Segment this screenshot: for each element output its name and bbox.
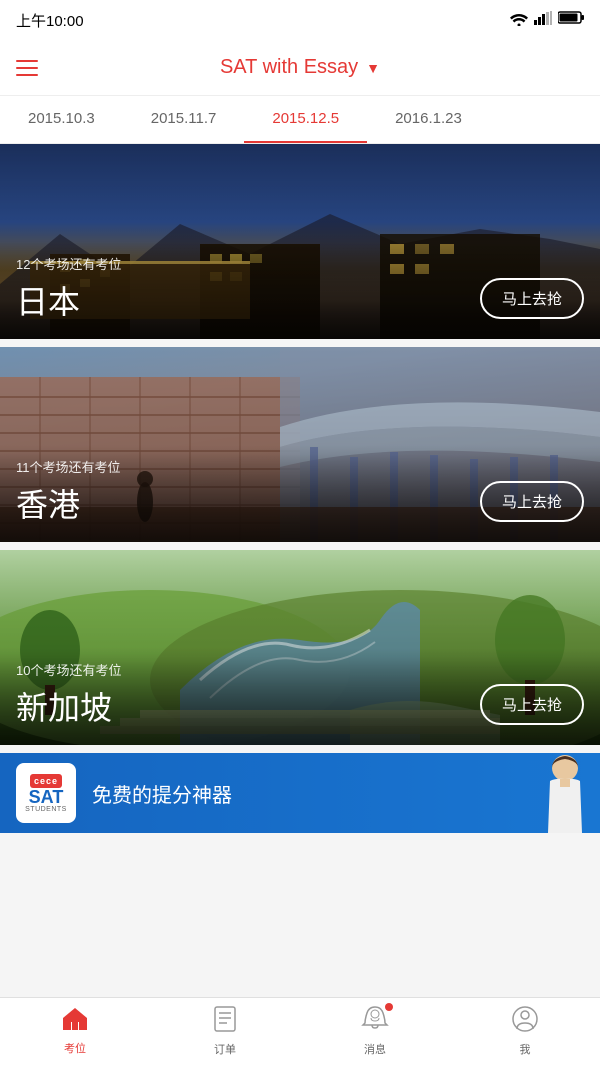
battery-icon <box>558 11 584 29</box>
card-action-singapore[interactable]: 马上去抢 <box>480 684 584 725</box>
nav-label-orders: 订单 <box>214 1041 236 1057</box>
card-subtitle-singapore: 10个考场还有考位 <box>16 660 584 679</box>
header-title[interactable]: SAT with Essay ▼ <box>220 56 380 79</box>
nav-item-messages[interactable]: 消息 <box>300 998 450 1067</box>
date-tab-1[interactable]: 2015.11.7 <box>123 96 245 143</box>
nav-label-home: 考位 <box>64 1040 86 1056</box>
date-tab-2[interactable]: 2015.12.5 <box>244 96 367 143</box>
ad-logo-top: cece <box>30 774 62 788</box>
date-tab-bar: 2015.10.3 2015.11.7 2015.12.5 2016.1.23 <box>0 96 600 144</box>
date-tab-3[interactable]: 2016.1.23 <box>367 96 490 143</box>
bottom-nav-bar: 考位 订单 <box>0 997 600 1067</box>
signal-icon <box>534 11 552 30</box>
card-action-hongkong[interactable]: 马上去抢 <box>480 481 584 522</box>
header-title-text: SAT with Essay <box>220 56 358 79</box>
nav-item-orders[interactable]: 订单 <box>150 998 300 1067</box>
date-tab-0[interactable]: 2015.10.3 <box>0 96 123 143</box>
orders-icon <box>213 1005 237 1038</box>
profile-icon <box>511 1005 539 1038</box>
card-subtitle-japan: 12个考场还有考位 <box>16 254 584 273</box>
status-time: 上午10:00 <box>16 10 84 31</box>
app-header: SAT with Essay ▼ <box>0 40 600 96</box>
location-card-japan[interactable]: 12个考场还有考位 日本 马上去抢 <box>0 144 600 339</box>
main-content: 12个考场还有考位 日本 马上去抢 <box>0 144 600 995</box>
ad-banner-text: 免费的提分神器 <box>92 779 232 808</box>
location-card-singapore[interactable]: 10个考场还有考位 新加坡 马上去抢 <box>0 550 600 745</box>
nav-item-profile[interactable]: 我 <box>450 998 600 1067</box>
menu-button[interactable] <box>16 60 38 76</box>
wifi-icon <box>510 12 528 29</box>
ad-logo-main: SAT <box>29 788 64 806</box>
ad-logo-sub: STUDENTS <box>25 806 67 813</box>
card-subtitle-hongkong: 11个考场还有考位 <box>16 457 584 476</box>
home-icon <box>61 1006 89 1037</box>
status-icons <box>510 11 584 30</box>
status-bar: 上午10:00 <box>0 0 600 40</box>
card-action-japan[interactable]: 马上去抢 <box>480 278 584 319</box>
nav-label-profile: 我 <box>520 1041 531 1057</box>
messages-badge <box>385 1003 393 1011</box>
nav-label-messages: 消息 <box>364 1041 386 1057</box>
nav-item-home[interactable]: 考位 <box>0 998 150 1067</box>
ad-sat-logo: cece SAT STUDENTS <box>16 763 76 823</box>
dropdown-arrow-icon: ▼ <box>366 60 380 76</box>
ad-person-image <box>500 753 600 833</box>
location-card-hongkong[interactable]: 11个考场还有考位 香港 马上去抢 <box>0 347 600 542</box>
messages-icon <box>361 1005 389 1038</box>
ad-banner[interactable]: cece SAT STUDENTS 免费的提分神器 <box>0 753 600 833</box>
